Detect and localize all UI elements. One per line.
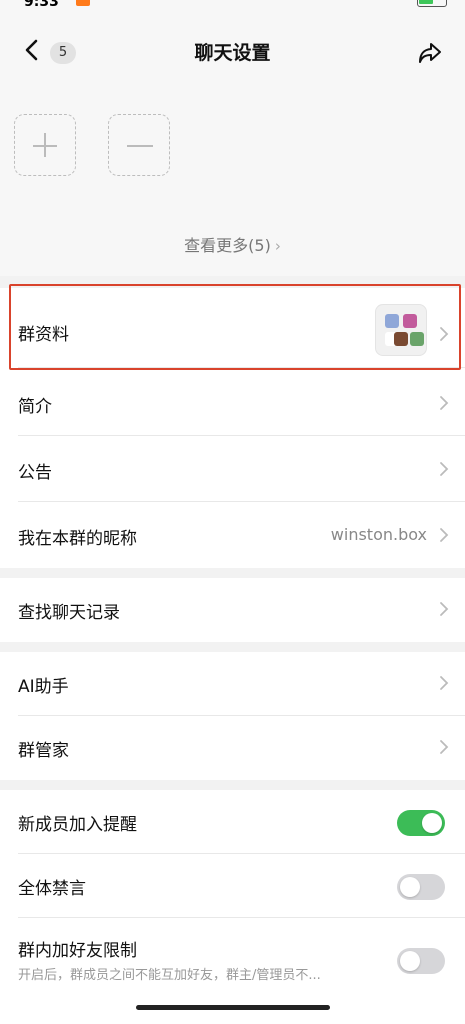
- divider: [18, 501, 465, 502]
- row-announcement[interactable]: 公告: [0, 438, 465, 502]
- member-avatar-5: [410, 332, 424, 346]
- mute-all-toggle[interactable]: [397, 874, 445, 900]
- row-label: AI助手: [18, 677, 69, 697]
- chevron-right-icon: [440, 462, 449, 476]
- row-ai-assistant[interactable]: AI助手: [0, 652, 465, 716]
- group-avatar: [375, 304, 427, 356]
- see-more-members-link[interactable]: 查看更多(5) ›: [0, 232, 465, 256]
- row-label: 全体禁言: [18, 879, 86, 899]
- remove-member-button[interactable]: [108, 114, 170, 176]
- row-mute-all: 全体禁言: [0, 854, 465, 918]
- toggle-knob: [400, 877, 420, 897]
- status-time: 9:33: [24, 0, 59, 10]
- navigation-bar: 5 聊天设置: [0, 14, 465, 86]
- members-area: 查看更多(5) ›: [0, 86, 465, 276]
- status-bar: 9:33: [0, 0, 465, 14]
- row-label: 群管家: [18, 741, 69, 761]
- chevron-right-icon: [440, 396, 449, 410]
- row-my-nickname[interactable]: 我在本群的昵称 winston.box: [0, 504, 465, 568]
- assistant-section: AI助手 群管家: [0, 652, 465, 780]
- chevron-right-icon: [440, 740, 449, 754]
- member-avatar-1: [385, 314, 399, 328]
- row-friend-limit: 群内加好友限制 开启后，群成员之间不能互加好友，群主/管理员不...: [0, 918, 465, 998]
- friend-limit-toggle[interactable]: [397, 948, 445, 974]
- chevron-right-icon: [440, 327, 449, 341]
- member-avatar-4: [394, 332, 408, 346]
- friend-limit-description: 开启后，群成员之间不能互加好友，群主/管理员不...: [18, 968, 321, 983]
- chevron-right-icon: [440, 676, 449, 690]
- divider: [18, 435, 465, 436]
- plus-icon-vertical: [44, 133, 46, 157]
- row-group-manager[interactable]: 群管家: [0, 716, 465, 780]
- toggle-section: 新成员加入提醒 全体禁言 群内加好友限制 开启后，群成员之间不能互加好友，群主/…: [0, 790, 465, 1024]
- search-section: 查找聊天记录: [0, 578, 465, 642]
- row-search-history[interactable]: 查找聊天记录: [0, 578, 465, 642]
- divider: [18, 367, 465, 368]
- share-icon[interactable]: [417, 40, 443, 66]
- row-label: 群内加好友限制: [18, 941, 137, 961]
- row-intro[interactable]: 简介: [0, 372, 465, 436]
- group-info-section: 群资料 简介 公告 我在本群的昵称 winston.box: [0, 288, 465, 568]
- row-label: 简介: [18, 397, 52, 417]
- row-label: 群资料: [18, 325, 69, 345]
- minus-icon: [127, 145, 153, 147]
- toggle-knob: [400, 951, 420, 971]
- notification-dot-icon: [76, 0, 90, 6]
- row-label: 新成员加入提醒: [18, 815, 137, 835]
- row-new-member-alert: 新成员加入提醒: [0, 790, 465, 854]
- toggle-knob: [422, 813, 442, 833]
- row-label: 我在本群的昵称: [18, 529, 137, 549]
- nickname-value: winston.box: [330, 525, 427, 544]
- home-indicator[interactable]: [136, 1005, 330, 1010]
- new-member-alert-toggle[interactable]: [397, 810, 445, 836]
- chevron-right-icon: [440, 602, 449, 616]
- chevron-right-icon: [440, 528, 449, 542]
- row-label: 查找聊天记录: [18, 603, 120, 623]
- battery-icon: [417, 0, 447, 7]
- chevron-right-icon: ›: [274, 237, 281, 255]
- add-member-button[interactable]: [14, 114, 76, 176]
- member-avatar-2: [403, 314, 417, 328]
- row-group-info[interactable]: 群资料: [0, 296, 465, 368]
- row-label: 公告: [18, 463, 52, 483]
- page-title: 聊天设置: [194, 42, 271, 64]
- see-more-label: 查看更多(5): [184, 236, 271, 255]
